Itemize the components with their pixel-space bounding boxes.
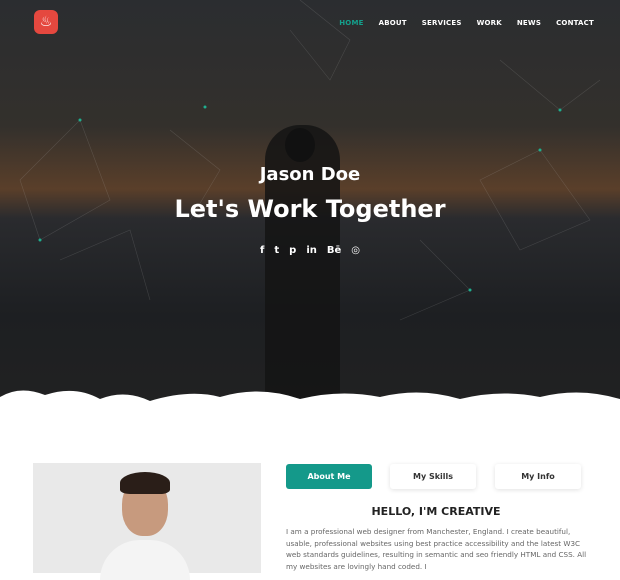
main-nav: HOME ABOUT SERVICES WORK NEWS CONTACT [339, 19, 594, 27]
tab-about-me[interactable]: About Me [286, 464, 372, 489]
flame-icon[interactable]: ♨ [34, 10, 58, 34]
about-heading: HELLO, I'M CREATIVE [371, 505, 501, 518]
social-links: f t p in Bē ◎ [0, 245, 620, 256]
facebook-icon[interactable]: f [260, 245, 264, 256]
silhouette-head [285, 128, 315, 162]
wave-divider [0, 390, 620, 425]
nav-news[interactable]: NEWS [517, 19, 541, 27]
pinterest-icon[interactable]: p [289, 245, 296, 256]
tab-my-skills[interactable]: My Skills [390, 464, 476, 489]
hero-name: Jason Doe [259, 164, 361, 185]
nav-contact[interactable]: CONTACT [556, 19, 594, 27]
nav-home[interactable]: HOME [339, 19, 363, 27]
instagram-icon[interactable]: ◎ [351, 245, 360, 256]
nav-work[interactable]: WORK [477, 19, 502, 27]
linkedin-icon[interactable]: in [306, 245, 317, 256]
hero-tagline: Let's Work Together [174, 195, 446, 223]
twitter-icon[interactable]: t [274, 245, 279, 256]
about-text: I am a professional web designer from Ma… [286, 527, 587, 571]
nav-about[interactable]: ABOUT [379, 19, 407, 27]
behance-icon[interactable]: Bē [327, 245, 341, 256]
tab-my-info[interactable]: My Info [495, 464, 581, 489]
nav-services[interactable]: SERVICES [422, 19, 462, 27]
photo-hair [120, 472, 170, 494]
